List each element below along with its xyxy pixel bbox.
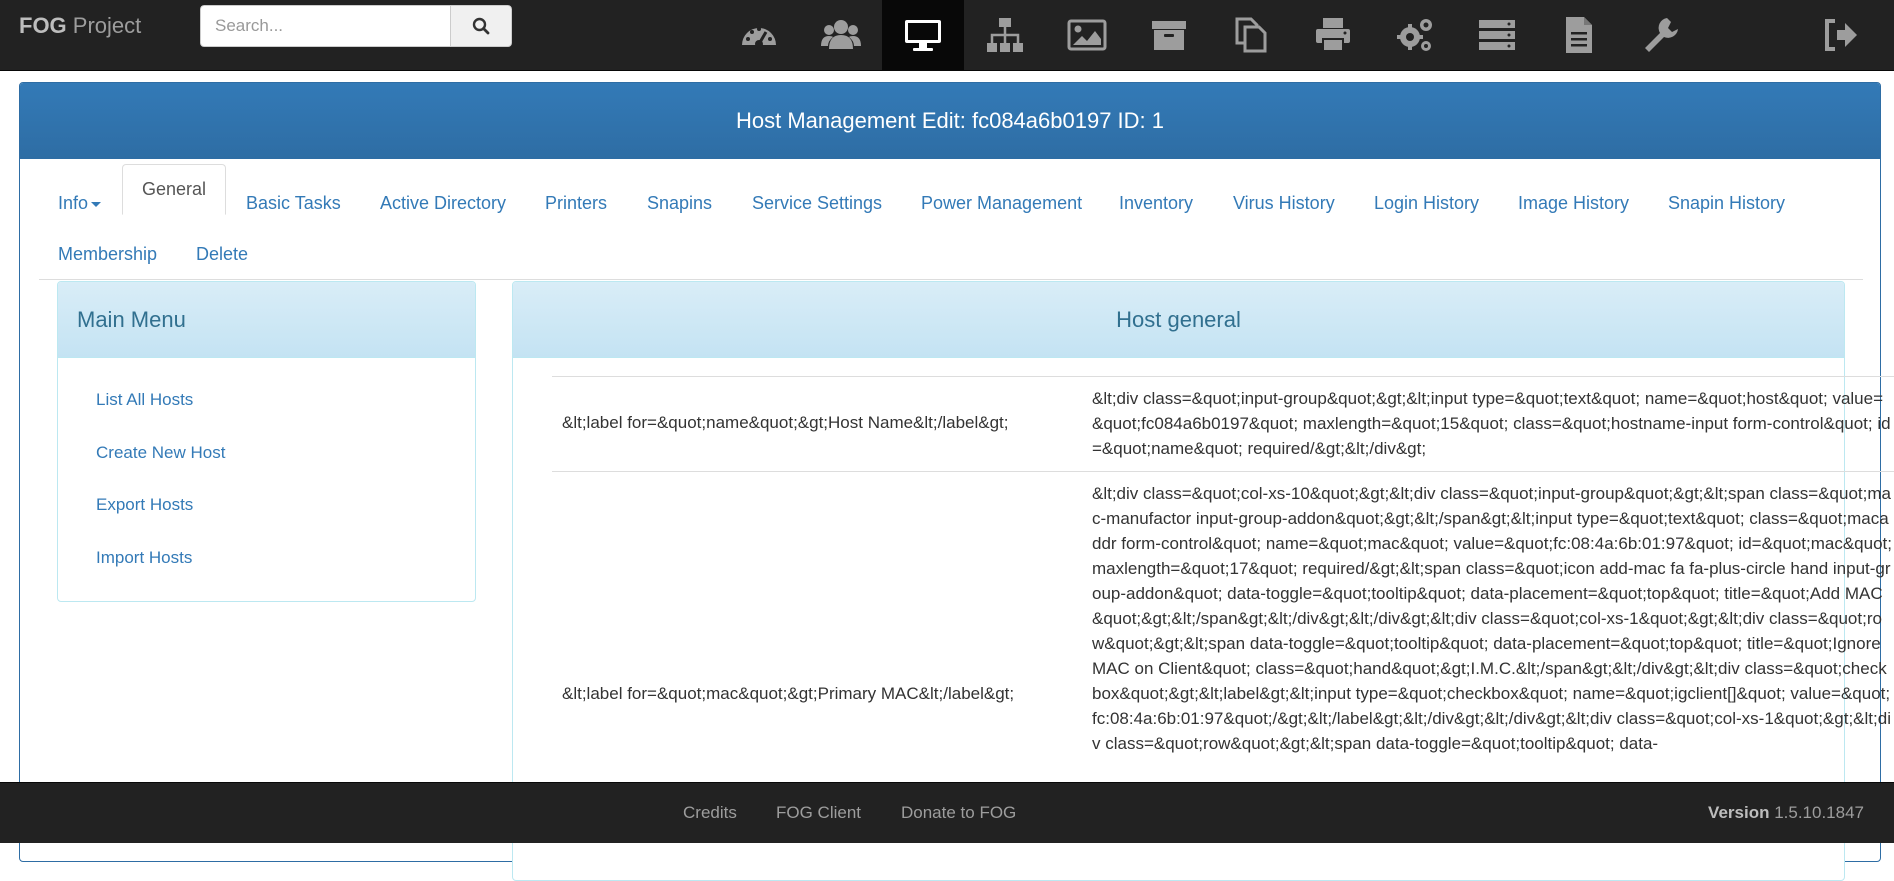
tab-info-label: Info	[58, 193, 89, 213]
version-label: Version	[1708, 803, 1770, 822]
wrench-icon	[1645, 18, 1678, 52]
tab-snapin-history[interactable]: Snapin History	[1668, 193, 1785, 214]
nav-dashboard[interactable]	[718, 0, 800, 70]
host-name-value: &lt;div class=&quot;input-group&quot;&gt…	[1092, 389, 1891, 458]
nav-plugins[interactable]	[1538, 0, 1620, 70]
footer-bar: Credits FOG Client Donate to FOG Version…	[0, 782, 1894, 843]
menu-export-hosts[interactable]: Export Hosts	[96, 495, 193, 515]
row-divider	[552, 471, 1894, 472]
nav-snapins[interactable]	[1210, 0, 1292, 70]
tab-membership[interactable]: Membership	[58, 244, 157, 265]
caret-down-icon	[91, 201, 102, 207]
nav-groups[interactable]	[964, 0, 1046, 70]
footer-donate-link[interactable]: Donate to FOG	[901, 803, 1016, 823]
cogs-icon	[1397, 19, 1432, 51]
nav-service[interactable]	[1374, 0, 1456, 70]
search-icon	[472, 17, 490, 35]
nav-hosts[interactable]	[882, 0, 964, 70]
search-input[interactable]	[200, 5, 450, 47]
footer-credits-link[interactable]: Credits	[683, 803, 737, 823]
printer-icon	[1316, 18, 1350, 52]
primary-mac-label: &lt;label for=&quot;mac&quot;&gt;Primary…	[562, 684, 1015, 703]
search-form	[200, 5, 512, 49]
top-navbar: FOG Project	[0, 0, 1894, 71]
dashboard-icon	[742, 27, 776, 48]
host-name-label: &lt;label for=&quot;name&quot;&gt;Host N…	[562, 413, 1009, 432]
brand-bold: FOG	[19, 13, 67, 38]
menu-import-hosts[interactable]: Import Hosts	[96, 548, 192, 568]
primary-mac-value: &lt;div class=&quot;col-xs-10&quot;&gt;&…	[1092, 484, 1892, 753]
nav-images[interactable]	[1046, 0, 1128, 70]
tab-general[interactable]: General	[122, 164, 227, 215]
tab-info[interactable]: Info	[58, 193, 102, 214]
main-menu-panel: Main Menu List All Hosts Create New Host…	[57, 281, 476, 602]
search-button[interactable]	[450, 5, 512, 47]
server-icon	[1479, 20, 1515, 50]
tab-printers[interactable]: Printers	[545, 193, 607, 214]
menu-create-new-host[interactable]: Create New Host	[96, 443, 225, 463]
tab-virus-history[interactable]: Virus History	[1233, 193, 1335, 214]
tab-active-directory[interactable]: Active Directory	[380, 193, 506, 214]
row-divider	[552, 376, 1894, 377]
tab-delete[interactable]: Delete	[196, 244, 248, 265]
nav-reports[interactable]	[1456, 0, 1538, 70]
tab-basic-tasks[interactable]: Basic Tasks	[246, 193, 341, 214]
footer-fog-client-link[interactable]: FOG Client	[776, 803, 861, 823]
file-icon	[1566, 17, 1592, 53]
nav-settings[interactable]	[1620, 0, 1702, 70]
version-info: Version 1.5.10.1847	[1708, 803, 1864, 823]
nav-printers[interactable]	[1292, 0, 1374, 70]
tab-image-history[interactable]: Image History	[1518, 193, 1629, 214]
tab-service-settings[interactable]: Service Settings	[752, 193, 882, 214]
host-general-title: Host general	[513, 282, 1844, 358]
users-icon	[821, 20, 861, 49]
tab-divider	[39, 279, 1863, 280]
desktop-icon	[905, 20, 941, 51]
logout-icon	[1825, 19, 1857, 51]
menu-list-all-hosts[interactable]: List All Hosts	[96, 390, 193, 410]
tab-inventory[interactable]: Inventory	[1119, 193, 1193, 214]
tab-snapins[interactable]: Snapins	[647, 193, 712, 214]
nav-users[interactable]	[800, 0, 882, 70]
tab-login-history[interactable]: Login History	[1374, 193, 1479, 214]
sitemap-icon	[987, 18, 1023, 52]
tab-power-management[interactable]: Power Management	[921, 193, 1082, 214]
page-title: Host Management Edit: fc084a6b0197 ID: 1	[20, 83, 1880, 159]
nav-logout[interactable]	[1800, 0, 1882, 70]
archive-icon	[1152, 21, 1186, 50]
nav-storage[interactable]	[1128, 0, 1210, 70]
version-number: 1.5.10.1847	[1769, 803, 1864, 822]
main-menu-title: Main Menu	[58, 282, 475, 358]
brand-rest: Project	[66, 13, 142, 38]
image-icon	[1067, 19, 1107, 51]
brand-logo[interactable]: FOG Project	[19, 13, 141, 39]
copy-icon	[1235, 17, 1267, 53]
